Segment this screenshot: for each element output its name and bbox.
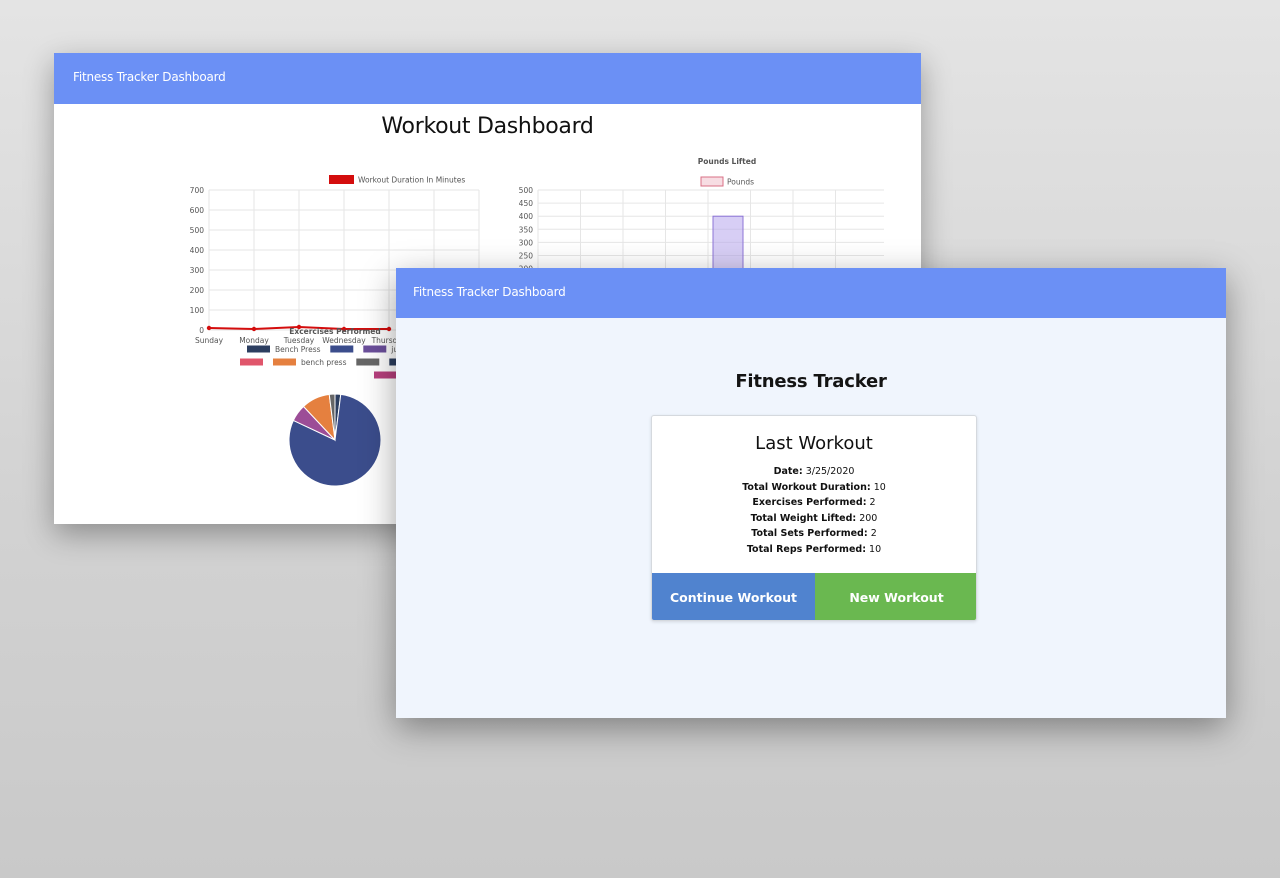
tracker-window: Fitness Tracker Dashboard Fitness Tracke…: [396, 268, 1226, 718]
legend-label: Bench Press: [275, 345, 321, 354]
continue-workout-button[interactable]: Continue Workout: [652, 573, 815, 620]
y-tick-label: 450: [519, 199, 534, 208]
navbar: Fitness Tracker Dashboard: [54, 53, 921, 104]
legend-swatch: [363, 345, 387, 353]
legend-label: bench press: [301, 358, 347, 367]
workout-stats: Date: 3/25/2020 Total Workout Duration: …: [652, 464, 976, 557]
y-tick-label: 350: [519, 225, 534, 234]
navbar-brand[interactable]: Fitness Tracker Dashboard: [73, 70, 226, 84]
legend-swatch: [356, 358, 380, 366]
stat-label: Total Reps Performed: [746, 543, 863, 555]
y-tick-label: 300: [519, 238, 534, 247]
legend-swatch: [329, 175, 354, 184]
navbar: Fitness Tracker Dashboard: [396, 268, 1226, 318]
stat-total-weight: Total Weight Lifted: 200: [750, 512, 878, 524]
new-workout-button[interactable]: New Workout: [815, 573, 976, 620]
page-title: Workout Dashboard: [381, 114, 594, 139]
y-tick-label: 100: [190, 306, 205, 315]
chart-title: Pounds Lifted: [698, 157, 756, 166]
stat-label: Total Sets Performed: [751, 528, 864, 539]
stat-label: Exercises Performed: [752, 497, 863, 508]
legend-swatch: [374, 371, 397, 379]
y-tick-label: 500: [519, 186, 534, 195]
legend-swatch: [700, 176, 724, 187]
legend-label: Pounds: [727, 178, 754, 187]
last-workout-card: Last Workout Date: 3/25/2020 Total Worko…: [651, 415, 977, 621]
stat-label: Total Weight Lifted: [750, 512, 853, 524]
stat-value: 2: [870, 528, 877, 539]
stat-label: Total Workout Duration: [742, 481, 867, 493]
stat-total-duration: Total Workout Duration: 10: [742, 481, 886, 493]
pounds-lifted-bar-chart: Pounds Lifted150200250300350400450500Pou…: [519, 157, 884, 322]
stat-value: 3/25/2020: [805, 466, 855, 477]
stat-label: Date: [773, 466, 799, 477]
y-tick-label: 500: [190, 226, 205, 235]
legend-swatch: [240, 358, 263, 366]
y-tick-label: 300: [190, 266, 205, 275]
legend-label: Workout Duration In Minutes: [358, 176, 465, 185]
y-tick-label: 700: [190, 186, 205, 195]
legend-swatch: [273, 358, 296, 366]
y-tick-label: 600: [190, 206, 205, 215]
legend-swatch: [247, 345, 270, 353]
card-title: Last Workout: [755, 433, 873, 454]
y-tick-label: 200: [190, 286, 205, 295]
stat-date: Date: 3/25/2020: [773, 466, 855, 477]
legend-swatch: [330, 345, 354, 353]
page-title: Fitness Tracker: [735, 371, 887, 392]
stat-value: 10: [869, 543, 882, 555]
stat-value: 200: [859, 512, 878, 524]
y-tick-label: 400: [519, 212, 534, 221]
stat-exercises-performed: Exercises Performed: 2: [752, 497, 876, 508]
stat-value: 2: [869, 497, 876, 508]
y-tick-label: 400: [190, 246, 205, 255]
stat-total-sets: Total Sets Performed: 2: [751, 528, 877, 539]
y-tick-label: 250: [519, 252, 534, 261]
stat-value: 10: [873, 481, 886, 493]
chart-title: Excercises Performed: [289, 327, 381, 336]
stat-total-reps: Total Reps Performed: 10: [746, 543, 882, 555]
navbar-brand[interactable]: Fitness Tracker Dashboard: [413, 285, 566, 299]
